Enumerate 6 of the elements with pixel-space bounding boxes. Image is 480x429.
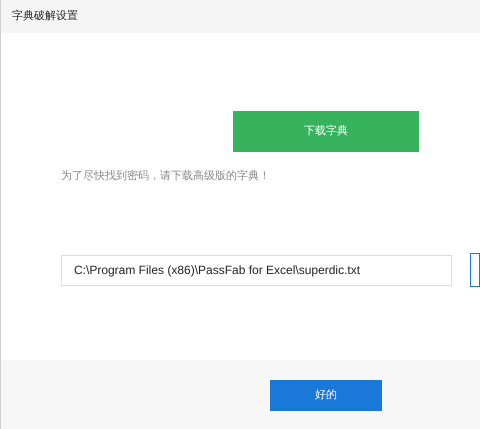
browse-button[interactable] xyxy=(470,253,480,287)
hint-text: 为了尽快找到密码，请下载高级版的字典！ xyxy=(61,169,270,182)
window-title: 字典破解设置 xyxy=(12,8,78,24)
download-dictionary-button[interactable]: 下载字典 xyxy=(233,111,419,152)
path-field[interactable]: C:\Program Files (x86)\PassFab for Excel\superdic.txt xyxy=(61,254,452,286)
ok-button[interactable]: 好的 xyxy=(270,380,382,411)
